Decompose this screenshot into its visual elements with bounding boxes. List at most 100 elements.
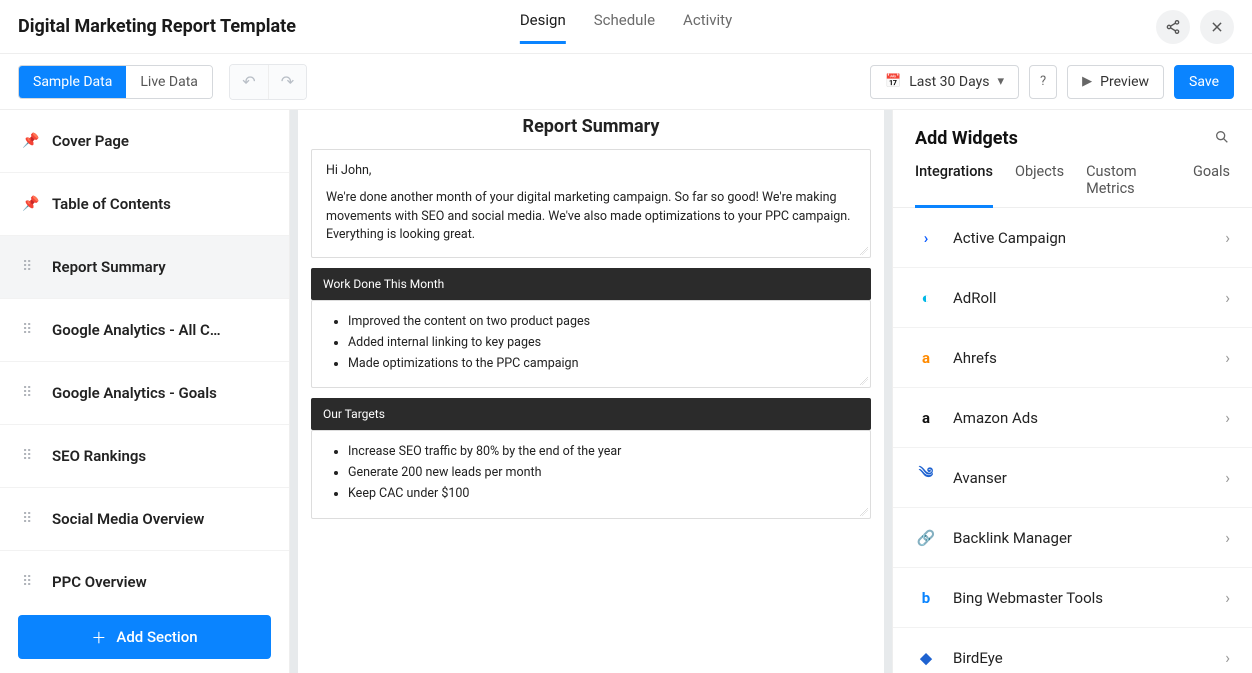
chevron-right-icon: › — [1225, 468, 1230, 487]
sidebar-item-label: SEO Rankings — [52, 447, 146, 465]
integration-name: Ahrefs — [953, 349, 997, 367]
chevron-right-icon: › — [1225, 648, 1230, 667]
close-button[interactable] — [1200, 10, 1234, 44]
sidebar-item-label: Report Summary — [52, 258, 166, 276]
panel-title: Add Widgets — [915, 128, 1018, 149]
calendar-icon: 📅 — [885, 74, 901, 89]
add-section-button[interactable]: ＋ Add Section — [18, 615, 271, 659]
integration-name: Backlink Manager — [953, 529, 1072, 547]
sidebar-item[interactable]: 📌 Cover Page — [0, 110, 289, 173]
integration-item[interactable]: b Bing Webmaster Tools › — [893, 568, 1252, 628]
work-header[interactable]: Work Done This Month — [311, 268, 871, 300]
summary-body: We're done another month of your digital… — [326, 189, 856, 245]
chevron-right-icon: › — [1225, 408, 1230, 427]
sidebar-item[interactable]: ⠿ Social Media Overview — [0, 488, 289, 551]
targets-textbox[interactable]: Increase SEO traffic by 80% by the end o… — [311, 430, 871, 518]
integration-name: Bing Webmaster Tools — [953, 589, 1103, 607]
integration-item[interactable]: 🔗 Backlink Manager › — [893, 508, 1252, 568]
preview-button[interactable]: ▶ Preview — [1067, 65, 1164, 99]
date-range-selector[interactable]: 📅 Last 30 Days ▾ — [870, 65, 1019, 99]
work-textbox[interactable]: Improved the content on two product page… — [311, 300, 871, 388]
integration-item[interactable]: a Ahrefs › — [893, 328, 1252, 388]
page-title: Digital Marketing Report Template — [18, 16, 296, 37]
drag-handle-icon: ⠿ — [22, 385, 36, 401]
section-title: Report Summary — [311, 110, 871, 149]
panel-tab-integrations[interactable]: Integrations — [915, 163, 993, 207]
integration-logo-icon: ༄ — [915, 467, 937, 489]
panel-tab-custom metrics[interactable]: Custom Metrics — [1086, 163, 1171, 207]
tab-activity[interactable]: Activity — [683, 11, 732, 43]
sidebar-item-label: Google Analytics - Goals — [52, 384, 217, 402]
sidebar-item-label: Google Analytics - All C… — [52, 321, 221, 339]
plus-icon: ＋ — [91, 627, 106, 648]
drag-handle-icon: ⠿ — [22, 448, 36, 464]
question-icon: ? — [1040, 74, 1046, 89]
live-data-button[interactable]: Live Data — [126, 66, 212, 98]
list-item: Increase SEO traffic by 80% by the end o… — [348, 443, 856, 462]
share-button[interactable] — [1156, 10, 1190, 44]
sidebar-item-label: Table of Contents — [52, 195, 171, 213]
play-icon: ▶ — [1082, 74, 1092, 89]
sidebar-item-label: Social Media Overview — [52, 510, 204, 528]
tab-design[interactable]: Design — [520, 11, 566, 43]
date-range-label: Last 30 Days — [909, 74, 989, 90]
summary-textbox[interactable]: Hi John, We're done another month of you… — [311, 149, 871, 258]
help-button[interactable]: ? — [1029, 65, 1057, 99]
list-item: Improved the content on two product page… — [348, 313, 856, 332]
sidebar-item-label: PPC Overview — [52, 573, 147, 591]
greeting-text: Hi John, — [326, 162, 856, 181]
pin-icon: 📌 — [22, 133, 36, 149]
drag-handle-icon: ⠿ — [22, 322, 36, 338]
integration-logo-icon: ◐ — [915, 287, 937, 309]
list-item: Made optimizations to the PPC campaign — [348, 355, 856, 374]
ruler-right — [884, 110, 892, 673]
integration-item[interactable]: ༄ Avanser › — [893, 448, 1252, 508]
drag-handle-icon: ⠿ — [22, 511, 36, 527]
panel-tab-goals[interactable]: Goals — [1193, 163, 1230, 207]
report-canvas[interactable]: Report Summary Hi John, We're done anoth… — [290, 110, 892, 673]
save-button[interactable]: Save — [1174, 65, 1234, 99]
sidebar-item[interactable]: ⠿ SEO Rankings — [0, 425, 289, 488]
drag-handle-icon: ⠿ — [22, 259, 36, 275]
sections-sidebar: 📌 Cover Page 📌 Table of Contents ⠿ Report Sum… — [0, 110, 290, 673]
add-section-label: Add Section — [116, 628, 197, 646]
integration-logo-icon: a — [915, 407, 937, 429]
preview-label: Preview — [1100, 74, 1149, 90]
integration-name: AdRoll — [953, 289, 996, 307]
chevron-right-icon: › — [1225, 588, 1230, 607]
integration-item[interactable]: ›Active Campaign› — [893, 208, 1252, 268]
integration-name: BirdEye — [953, 649, 1003, 667]
sidebar-item[interactable]: ⠿ Google Analytics - All C… — [0, 299, 289, 362]
sidebar-item[interactable]: ⠿PPC Overview — [0, 551, 289, 601]
integration-name: Avanser — [953, 469, 1007, 487]
chevron-right-icon: › — [1225, 348, 1230, 367]
widgets-panel: Add Widgets Integrations Objects Custom Me… — [892, 110, 1252, 673]
integration-logo-icon: ◆ — [915, 647, 937, 669]
integration-logo-icon: a — [915, 347, 937, 369]
sidebar-item[interactable]: ⠿ Report Summary — [0, 236, 289, 299]
targets-header[interactable]: Our Targets — [311, 398, 871, 430]
sidebar-item[interactable]: 📌 Table of Contents — [0, 173, 289, 236]
data-mode-toggle[interactable]: Sample Data Live Data — [18, 65, 213, 99]
panel-tab-objects[interactable]: Objects — [1015, 163, 1064, 207]
integration-logo-icon: b — [915, 587, 937, 609]
chevron-right-icon: › — [1225, 228, 1230, 247]
undo-button[interactable]: ↶ — [230, 65, 268, 99]
integration-item[interactable]: ◆ BirdEye › — [893, 628, 1252, 673]
search-button[interactable] — [1214, 129, 1230, 149]
sidebar-item-label: Cover Page — [52, 132, 129, 150]
integration-logo-icon: › — [915, 227, 937, 249]
redo-button[interactable]: ↷ — [268, 65, 306, 99]
chevron-right-icon: › — [1225, 528, 1230, 547]
integration-item[interactable]: ◐AdRoll› — [893, 268, 1252, 328]
ruler-left — [290, 110, 298, 673]
list-item: Keep CAC under $100 — [348, 485, 856, 504]
integration-name: Amazon Ads — [953, 409, 1038, 427]
integration-logo-icon: 🔗 — [915, 527, 937, 549]
sample-data-button[interactable]: Sample Data — [19, 66, 126, 98]
sidebar-item[interactable]: ⠿ Google Analytics - Goals — [0, 362, 289, 425]
pin-icon: 📌 — [22, 196, 36, 212]
integration-item[interactable]: a Amazon Ads › — [893, 388, 1252, 448]
tab-schedule[interactable]: Schedule — [594, 11, 655, 43]
list-item: Generate 200 new leads per month — [348, 464, 856, 483]
